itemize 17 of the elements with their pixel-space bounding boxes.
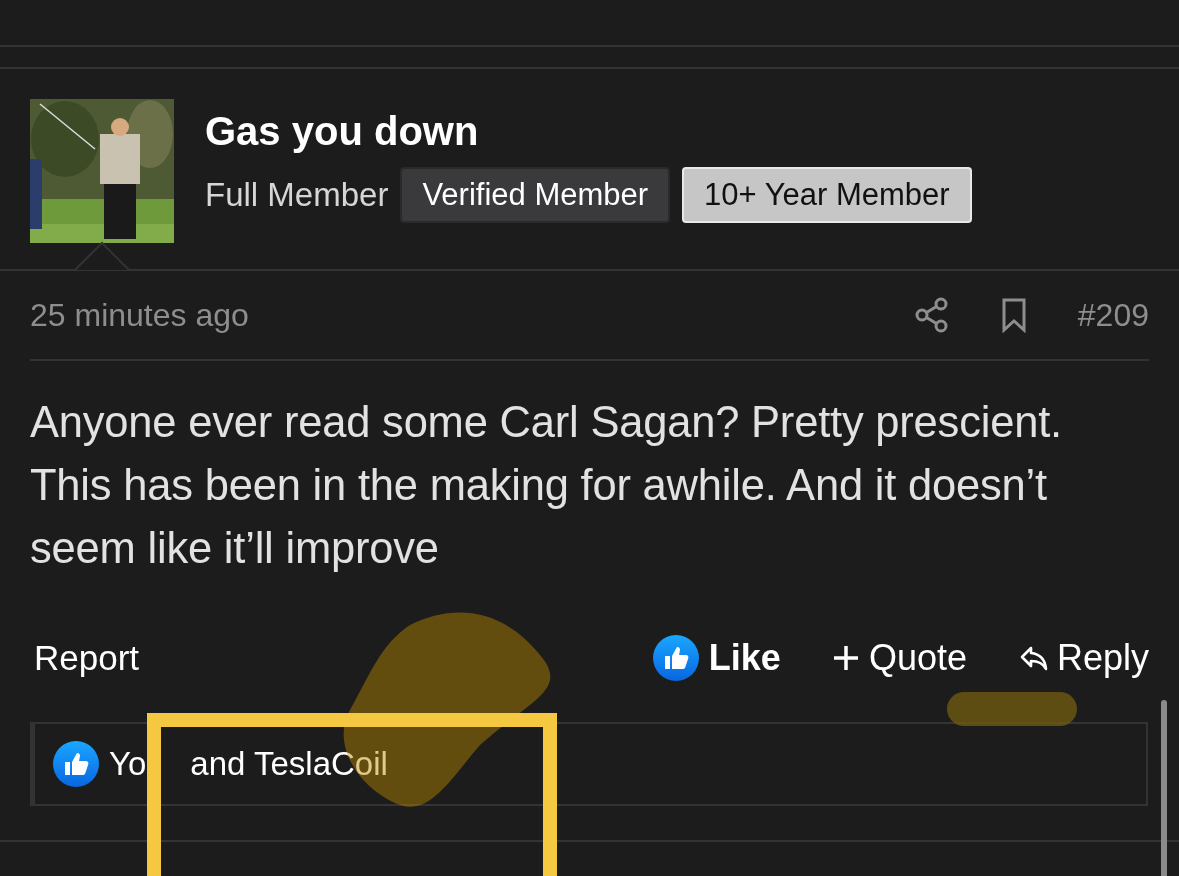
thumbs-up-icon [53, 741, 99, 787]
username[interactable]: Gas you down [205, 107, 972, 155]
report-link[interactable]: Report [34, 638, 140, 678]
reactions-summary[interactable]: and TeslaCoil [190, 745, 388, 783]
scrollbar[interactable] [1161, 700, 1167, 876]
post-body: Anyone ever read some Carl Sagan? Pretty prescient. This has been in the making for awhile. And it doesn’t seem like it’ll improve [30, 397, 1063, 574]
post-number[interactable]: #209 [1077, 296, 1149, 334]
member-badge: Verified Member [400, 167, 671, 223]
reactions-summary[interactable]: Yo [109, 745, 147, 783]
quote-button[interactable]: Quote [830, 637, 967, 679]
post-time[interactable]: 25 minutes ago [30, 296, 914, 334]
like-button[interactable]: Like [708, 637, 781, 679]
member-title: Full Member [205, 176, 389, 214]
share-icon[interactable] [913, 297, 950, 333]
thumbs-up-icon [652, 635, 699, 681]
reply-button[interactable]: Reply [1018, 637, 1149, 679]
member-badge: 10+ Year Member [682, 167, 972, 223]
